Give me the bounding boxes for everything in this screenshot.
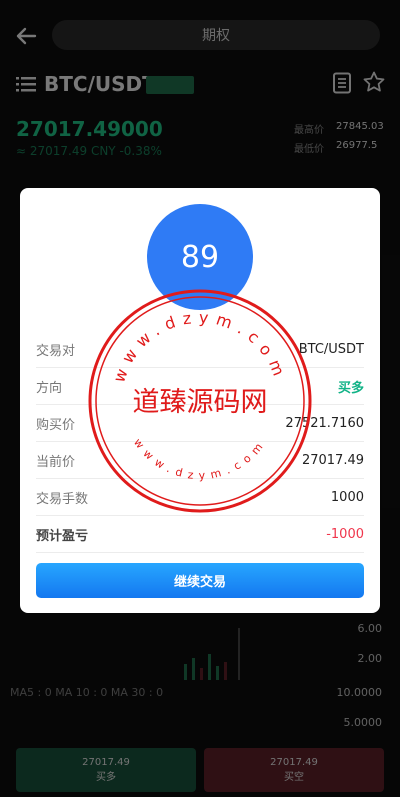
detail-row-pair: 交易对 BTC/USDT: [36, 331, 364, 368]
order-result-dialog: 89 交易对 BTC/USDT 方向 买多 购买价 27521.7160 当前价…: [20, 188, 380, 613]
detail-value: 27017.49: [301, 452, 364, 468]
detail-row-pnl: 预计盈亏 -1000: [36, 516, 364, 553]
detail-label: 购买价: [36, 417, 76, 433]
detail-label: 交易对: [36, 343, 76, 359]
detail-value: 27521.7160: [285, 415, 364, 431]
order-details: 交易对 BTC/USDT 方向 买多 购买价 27521.7160 当前价 27…: [36, 331, 364, 553]
detail-row-lots: 交易手数 1000: [36, 479, 364, 516]
detail-value: -1000: [326, 526, 364, 542]
detail-row-direction: 方向 买多: [36, 368, 364, 405]
countdown-circle: 89: [147, 204, 253, 310]
detail-label: 交易手数: [36, 491, 89, 507]
detail-row-buy-price: 购买价 27521.7160: [36, 405, 364, 442]
detail-value: BTC/USDT: [298, 341, 364, 357]
detail-label: 当前价: [36, 454, 76, 470]
detail-label: 方向: [36, 380, 63, 396]
detail-value: 1000: [330, 489, 364, 505]
detail-row-current-price: 当前价 27017.49: [36, 442, 364, 479]
detail-label: 预计盈亏: [36, 528, 89, 544]
continue-trading-button[interactable]: 继续交易: [36, 563, 364, 598]
detail-value: 买多: [337, 380, 364, 396]
